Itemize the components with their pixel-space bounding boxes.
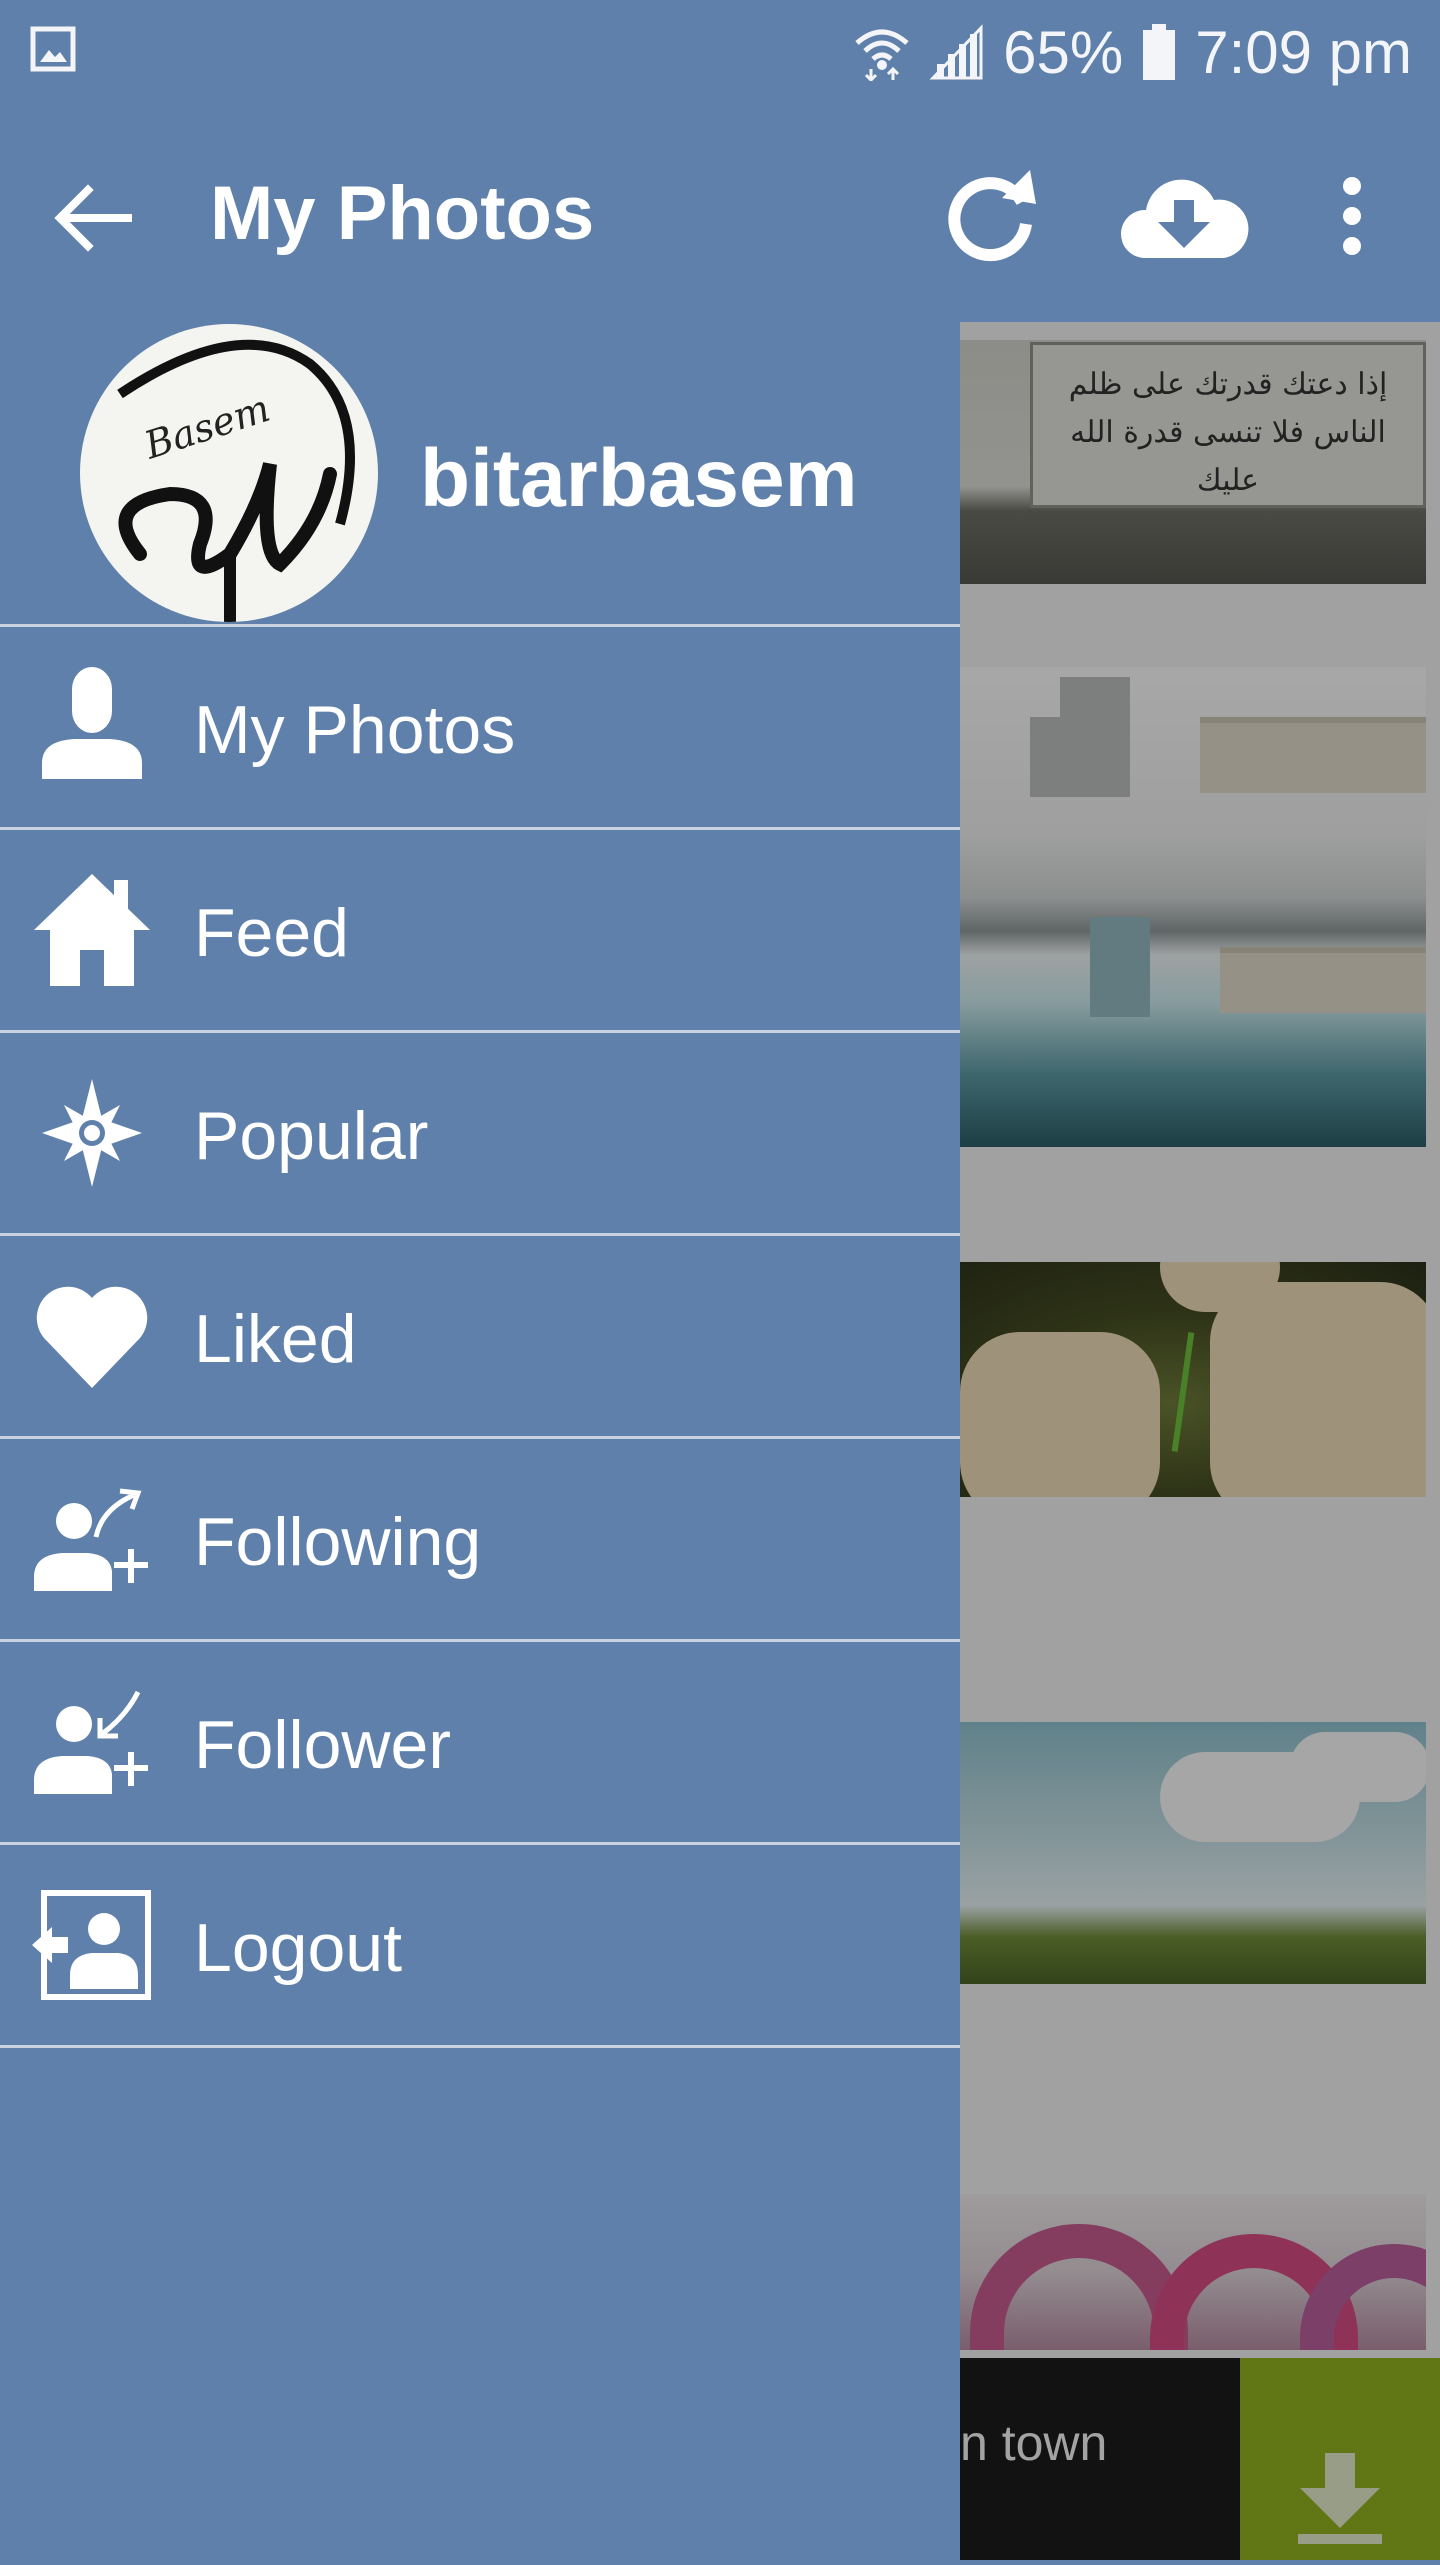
menu-item-follower[interactable]: Follower [0, 1642, 960, 1845]
menu-item-my-photos[interactable]: My Photos [0, 627, 960, 830]
page-title: My Photos [210, 171, 595, 256]
menu-item-label: Logout [194, 1910, 402, 1986]
signal-icon [929, 24, 983, 80]
feed-photo-calligraphy[interactable]: إذا دعتك قدرتك على ظلم الناس فلا تنسى قد… [960, 340, 1426, 584]
drawer-header: Basem bitarbasem [0, 322, 960, 627]
feed-photo-heart-hands[interactable] [960, 1262, 1426, 1497]
battery-percent: 65% [1003, 18, 1124, 86]
feed-photo-canal[interactable] [960, 667, 1426, 1147]
cloud-download-icon[interactable] [1118, 160, 1250, 270]
battery-icon [1143, 24, 1176, 80]
logout-icon [32, 1890, 151, 2000]
menu-item-following[interactable]: Following [0, 1439, 960, 1642]
back-arrow-icon[interactable] [48, 172, 140, 264]
menu-item-feed[interactable]: Feed [0, 830, 960, 1033]
status-bar: 65% 7:09 pm [0, 0, 1440, 104]
ad-download-button[interactable] [1240, 2358, 1440, 2560]
menu-item-label: Liked [194, 1301, 357, 1377]
signature-logo: Basem [117, 339, 355, 622]
menu-item-label: Follower [194, 1707, 451, 1783]
refresh-icon[interactable] [940, 164, 1044, 268]
gallery-icon [30, 26, 76, 72]
avatar[interactable]: Basem [80, 324, 378, 622]
app-bar: My Photos [0, 104, 1440, 322]
signature-text: Basem [138, 386, 275, 468]
ad-banner[interactable]: n town [960, 2358, 1440, 2560]
more-vert-icon[interactable] [1320, 164, 1384, 268]
person-add-arrow-up-icon [34, 1488, 148, 1591]
photo-feed: إذا دعتك قدرتك على ظلم الناس فلا تنسى قد… [960, 322, 1440, 2560]
clock: 7:09 pm [1195, 18, 1412, 86]
menu-item-label: Popular [194, 1098, 429, 1174]
drawer-menu: My Photos Feed Popular Liked Following F… [0, 627, 960, 2048]
download-arrow-icon [1298, 2453, 1382, 2544]
navigation-drawer: Basem bitarbasem My Photos Feed Popular … [0, 322, 960, 2560]
menu-item-label: Following [194, 1504, 482, 1580]
feed-photo-flower-hearts[interactable] [960, 2194, 1426, 2350]
feed-photo-rollercoaster[interactable] [960, 1722, 1426, 1984]
status-indicators: 65% 7:09 pm [853, 14, 1412, 90]
calligraphy-text: إذا دعتك قدرتك على ظلم الناس فلا تنسى قد… [1068, 367, 1388, 498]
star-burst-icon [42, 1079, 142, 1187]
calligraphy-plate: إذا دعتك قدرتك على ظلم الناس فلا تنسى قد… [1030, 342, 1426, 508]
person-icon [42, 667, 142, 779]
menu-item-label: Feed [194, 895, 349, 971]
menu-item-logout[interactable]: Logout [0, 1845, 960, 2048]
menu-item-popular[interactable]: Popular [0, 1033, 960, 1236]
ad-banner-text: n town [960, 2415, 1108, 2471]
home-icon [34, 874, 150, 986]
username: bitarbasem [420, 433, 858, 524]
wifi-icon [855, 29, 909, 81]
person-add-arrow-down-icon [34, 1690, 148, 1794]
menu-item-liked[interactable]: Liked [0, 1236, 960, 1439]
heart-icon [36, 1286, 148, 1388]
menu-item-label: My Photos [194, 692, 516, 768]
